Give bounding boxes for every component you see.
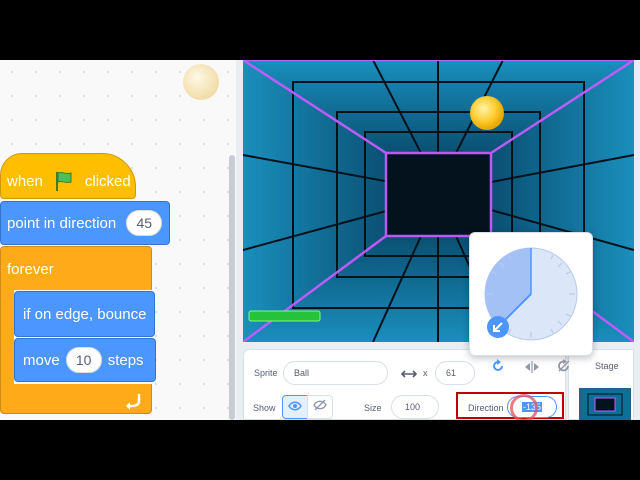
show-visible-button[interactable] — [282, 395, 308, 419]
x-label: x — [423, 368, 428, 378]
direction-popover — [469, 232, 593, 356]
left-right-flip-icon[interactable] — [524, 360, 540, 378]
direction-label: Direction — [468, 403, 504, 413]
stage-divider — [236, 60, 243, 420]
if-on-edge-bounce-label: if on edge, bounce — [23, 305, 147, 323]
dont-rotate-icon[interactable] — [556, 358, 572, 379]
sprite-info-panel: Sprite Ball x 61 Show Size 100 Direction… — [243, 349, 566, 420]
point-in-direction-block[interactable]: point in direction 45 — [0, 201, 170, 245]
paddle-sprite[interactable] — [248, 310, 321, 322]
eye-slash-icon — [313, 398, 327, 416]
x-position-field[interactable]: 61 — [435, 361, 475, 385]
forever-label: forever — [7, 261, 54, 278]
ball-sprite[interactable] — [470, 96, 504, 130]
clicked-label: clicked — [84, 172, 131, 190]
green-flag-icon — [53, 170, 75, 192]
sprite-thumbnail-ghost — [183, 64, 219, 100]
when-label: when — [7, 172, 43, 190]
size-field[interactable]: 100 — [391, 395, 439, 419]
sprite-label: Sprite — [254, 368, 278, 378]
if-on-edge-bounce-block[interactable]: if on edge, bounce — [14, 291, 155, 337]
direction-dial[interactable] — [484, 247, 578, 341]
when-flag-clicked-block[interactable]: when clicked — [0, 153, 136, 199]
steps-label: steps — [107, 351, 144, 369]
size-label: Size — [364, 403, 382, 413]
rotate-all-around-icon[interactable] — [491, 359, 505, 378]
point-in-direction-label: point in direction — [7, 214, 117, 232]
code-area-scrollbar[interactable] — [229, 155, 235, 420]
move-steps-block[interactable]: move 10 steps — [14, 338, 156, 382]
show-hidden-button[interactable] — [307, 395, 333, 419]
move-label: move — [23, 351, 60, 369]
direction-input[interactable]: 45 — [126, 210, 163, 236]
stage-selector-pane[interactable]: Stage — [568, 349, 634, 420]
horizontal-arrows-icon — [400, 366, 418, 384]
show-label: Show — [253, 403, 276, 413]
code-area[interactable]: when clicked point in direction 45 forev… — [0, 60, 236, 420]
scratch-editor: when clicked point in direction 45 forev… — [0, 60, 640, 420]
sprite-name-field[interactable]: Ball — [283, 361, 388, 385]
stage-label: Stage — [595, 361, 619, 371]
stage-thumbnail[interactable] — [579, 388, 631, 420]
cursor-click-ring — [510, 394, 538, 420]
loop-arrow-icon — [124, 390, 144, 410]
steps-input[interactable]: 10 — [65, 347, 102, 373]
eye-icon — [288, 398, 302, 416]
